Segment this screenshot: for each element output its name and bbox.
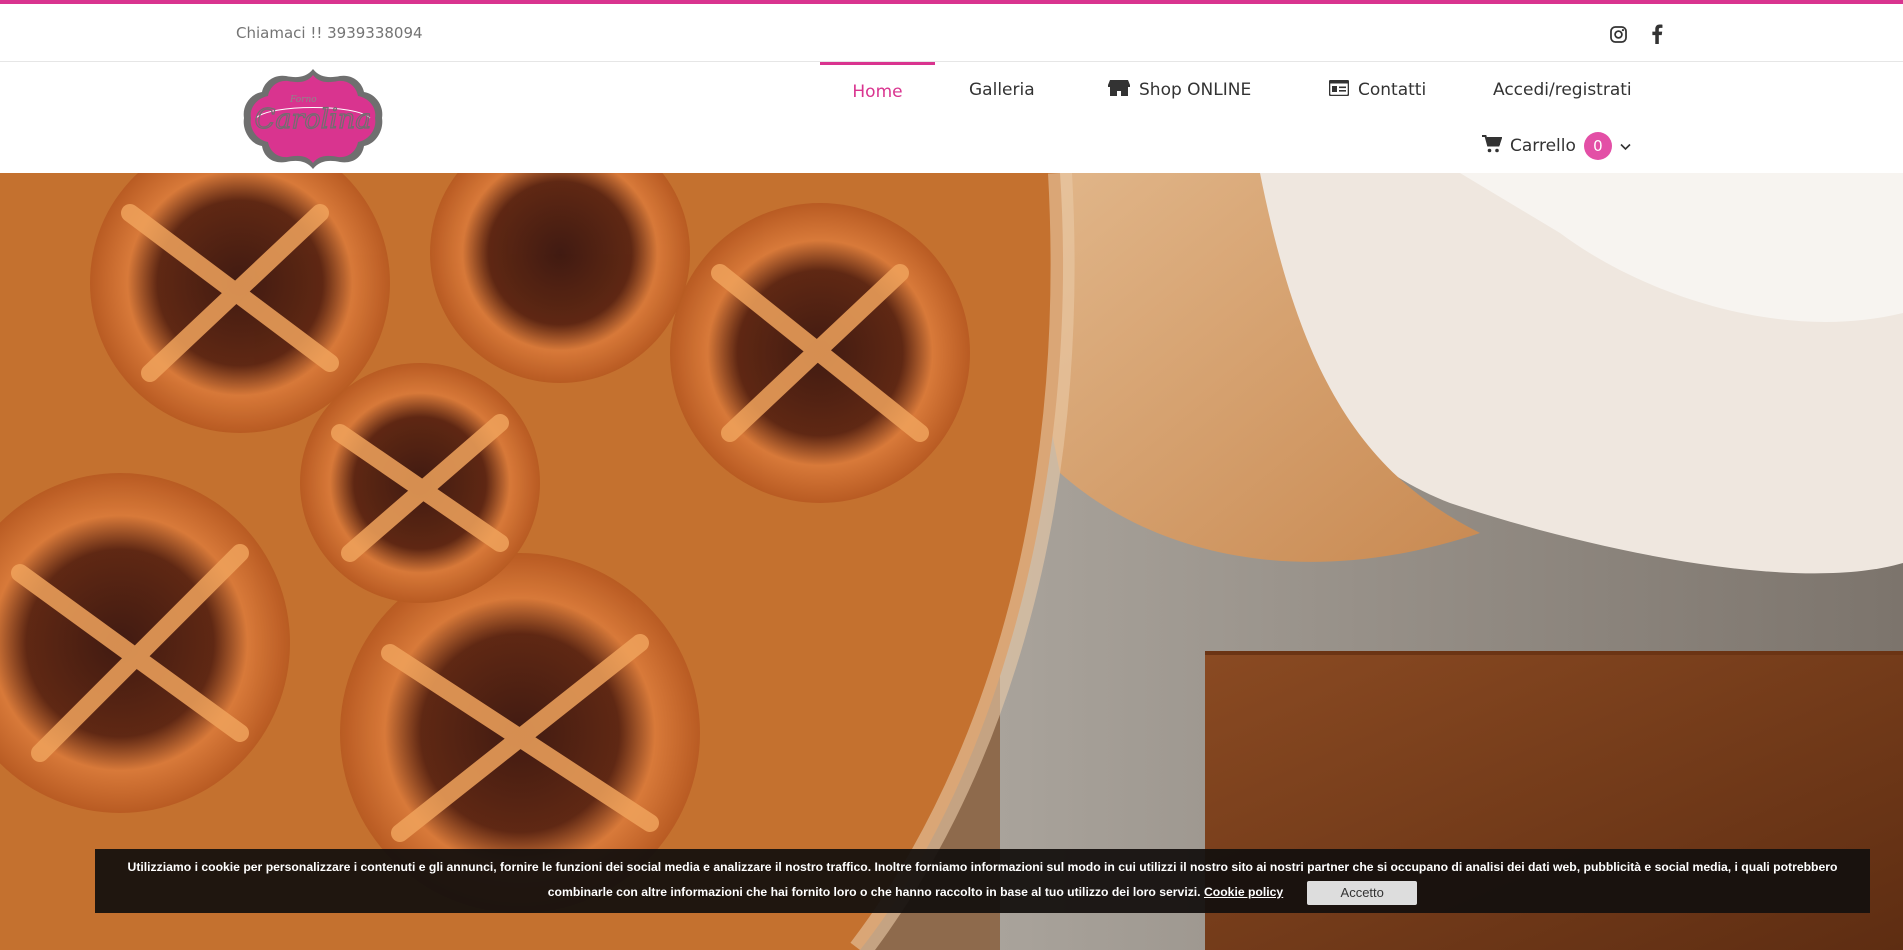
nav-contacts-label: Contatti bbox=[1358, 80, 1427, 100]
cookie-text-line2: combinarle con altre informazioni che ha… bbox=[547, 885, 1201, 899]
nav-contacts[interactable]: Contatti bbox=[1328, 62, 1427, 118]
facebook-icon[interactable] bbox=[1645, 22, 1669, 46]
nav-gallery-label: Galleria bbox=[969, 80, 1035, 100]
nav-login[interactable]: Accedi/registrati bbox=[1493, 62, 1632, 118]
store-icon bbox=[1108, 79, 1130, 102]
cookie-text-line1: Utilizziamo i cookie per personalizzare … bbox=[127, 860, 1838, 874]
hero-image bbox=[0, 173, 1903, 950]
contact-card-icon bbox=[1328, 79, 1350, 101]
nav-login-label: Accedi/registrati bbox=[1493, 80, 1632, 100]
cart-label: Carrello bbox=[1510, 136, 1576, 156]
logo-text: Carolina bbox=[255, 104, 372, 135]
nav-home[interactable]: Home bbox=[820, 62, 935, 118]
phone-contact: Chiamaci !! 3939338094 bbox=[236, 24, 423, 42]
nav-shop-label: Shop ONLINE bbox=[1139, 80, 1252, 100]
site-header: Forno Carolina Home Galleria Shop ONLINE… bbox=[0, 62, 1903, 173]
cart-count-badge: 0 bbox=[1583, 132, 1612, 160]
cart-icon bbox=[1482, 134, 1503, 158]
cart-menu[interactable]: Carrello 0 bbox=[1482, 130, 1631, 162]
cookie-banner: Utilizziamo i cookie per personalizzare … bbox=[95, 849, 1870, 913]
nav-home-label: Home bbox=[852, 81, 903, 102]
cookie-text-line2-wrapper: combinarle con altre informazioni che ha… bbox=[95, 880, 1870, 905]
nav-gallery[interactable]: Galleria bbox=[969, 62, 1035, 118]
cookie-policy-link[interactable]: Cookie policy bbox=[1204, 885, 1283, 899]
nav-shop[interactable]: Shop ONLINE bbox=[1108, 62, 1251, 118]
site-logo[interactable]: Forno Carolina bbox=[240, 68, 386, 170]
top-bar: Chiamaci !! 3939338094 bbox=[0, 4, 1903, 62]
accept-cookies-button[interactable]: Accetto bbox=[1307, 880, 1418, 905]
instagram-icon[interactable] bbox=[1606, 22, 1630, 46]
chevron-down-icon[interactable] bbox=[1620, 136, 1631, 156]
